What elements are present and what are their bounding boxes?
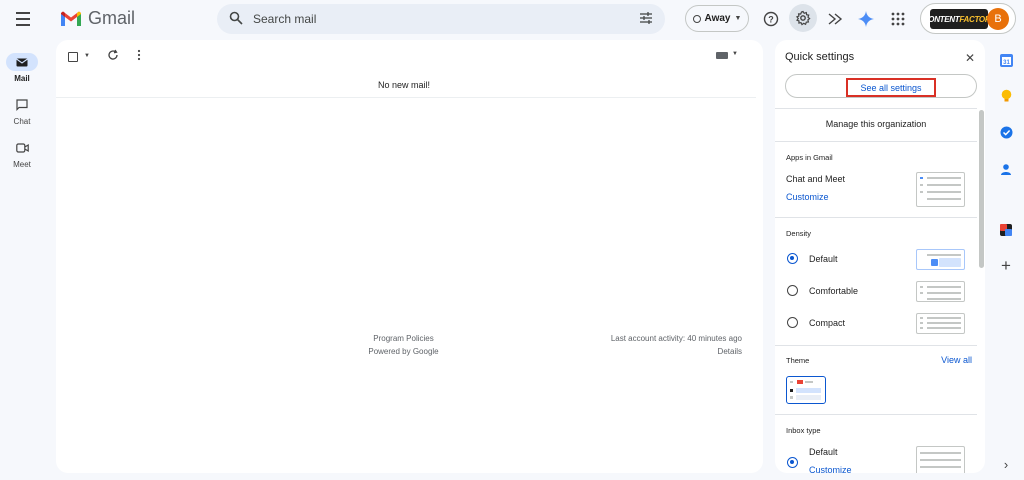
- keep-icon[interactable]: [998, 88, 1014, 104]
- see-all-settings-button[interactable]: See all settings: [785, 74, 977, 98]
- status-dropdown[interactable]: Away ▼: [685, 5, 749, 32]
- account-activity: Last account activity: 40 minutes ago De…: [611, 332, 742, 358]
- inbox-default-label[interactable]: Default: [809, 447, 838, 457]
- density-compact-preview: [916, 313, 965, 334]
- input-tools-dropdown-icon[interactable]: ▼: [732, 51, 738, 57]
- expand-panel-icon[interactable]: ›: [998, 456, 1014, 472]
- see-all-settings-label: See all settings: [860, 82, 922, 93]
- last-activity-text: Last account activity: 40 minutes ago: [610, 334, 742, 343]
- density-default-preview: [916, 249, 965, 270]
- tasks-icon[interactable]: [998, 124, 1014, 140]
- close-icon[interactable]: ✕: [965, 51, 975, 65]
- inbox-default-radio[interactable]: [787, 457, 798, 468]
- search-bar[interactable]: Search mail: [217, 4, 665, 34]
- brand-text-1: CONTENT: [922, 14, 960, 24]
- rail-label-chat: Chat: [13, 117, 31, 126]
- gemini-icon[interactable]: [855, 8, 877, 30]
- apps-customize-link[interactable]: Customize: [786, 192, 829, 202]
- status-circle-icon: [692, 14, 701, 23]
- search-options-icon[interactable]: [639, 12, 653, 24]
- rail-label-meet: Meet: [13, 160, 31, 169]
- density-comfortable-radio[interactable]: [787, 285, 798, 296]
- empty-inbox-message: No new mail!: [377, 80, 431, 90]
- density-comfortable-label[interactable]: Comfortable: [809, 286, 858, 296]
- search-icon[interactable]: [229, 11, 243, 25]
- manage-organization-link[interactable]: Manage this organization: [775, 119, 977, 129]
- theme-heading: Theme: [786, 356, 810, 365]
- quick-settings-scrollbar[interactable]: [979, 110, 984, 268]
- footer-links: Program Policies Powered by Google: [346, 332, 461, 358]
- density-default-label[interactable]: Default: [809, 254, 838, 264]
- details-link[interactable]: Details: [611, 345, 742, 358]
- program-policies-link[interactable]: Program Policies: [346, 332, 461, 345]
- chat-meet-label: Chat and Meet: [786, 174, 846, 184]
- apps-heading: Apps in Gmail: [786, 153, 833, 162]
- section-divider: [775, 141, 977, 142]
- help-icon[interactable]: ?: [760, 8, 782, 30]
- select-dropdown-icon[interactable]: ▼: [84, 53, 90, 59]
- gmail-logo[interactable]: Gmail: [60, 8, 135, 29]
- theme-preview[interactable]: [786, 376, 826, 404]
- chevron-down-icon: ▼: [734, 15, 742, 22]
- powered-by-text: Powered by Google: [368, 347, 439, 356]
- svg-text:?: ?: [768, 15, 774, 25]
- density-compact-label[interactable]: Compact: [809, 318, 845, 328]
- top-bar: Gmail Search mail Away ▼ ? CONTENT FACTO…: [0, 0, 1024, 38]
- gear-icon: [795, 10, 811, 26]
- section-divider: [775, 414, 977, 415]
- quick-settings-panel: Quick settings ✕ See all settings Manage…: [775, 40, 985, 473]
- activity-icon[interactable]: [824, 8, 846, 30]
- mail-list-pane: ▼ ▼ No new mail! Program Policies Powere…: [56, 40, 763, 473]
- video-camera-icon: [15, 143, 29, 153]
- add-addon-icon[interactable]: +: [998, 256, 1014, 275]
- theme-view-all-link[interactable]: View all: [941, 355, 972, 365]
- section-divider: [775, 217, 977, 218]
- list-divider: [56, 97, 756, 98]
- section-divider: [775, 345, 977, 346]
- see-all-settings-highlight[interactable]: See all settings: [846, 78, 936, 97]
- main-menu-icon[interactable]: [12, 8, 34, 30]
- density-compact-radio[interactable]: [787, 317, 798, 328]
- organization-logo: CONTENT FACTORY: [923, 9, 996, 29]
- app-name: Gmail: [88, 8, 136, 28]
- select-all-checkbox[interactable]: [68, 52, 78, 62]
- chat-icon: [16, 99, 28, 111]
- mail-icon: [16, 58, 28, 66]
- inbox-customize-link[interactable]: Customize: [809, 465, 852, 473]
- contacts-icon[interactable]: [998, 161, 1014, 177]
- density-comfortable-preview: [916, 281, 965, 302]
- settings-button[interactable]: [789, 4, 817, 32]
- inbox-default-preview: [916, 446, 965, 473]
- rail-label-mail: Mail: [14, 74, 30, 83]
- section-divider: [775, 108, 977, 109]
- quick-settings-title: Quick settings: [785, 51, 855, 63]
- density-heading: Density: [786, 229, 812, 238]
- search-input[interactable]: Search mail: [253, 12, 316, 26]
- status-label: Away: [704, 13, 731, 24]
- calendar-icon[interactable]: 31: [998, 52, 1014, 68]
- inbox-type-heading: Inbox type: [786, 426, 821, 435]
- rail-item-chat[interactable]: Chat: [0, 96, 44, 126]
- meet-rail-pill: [6, 139, 38, 157]
- more-vert-icon[interactable]: [136, 49, 142, 61]
- avatar[interactable]: B: [987, 8, 1009, 30]
- rail-item-mail[interactable]: Mail: [0, 53, 44, 83]
- refresh-icon[interactable]: [107, 49, 119, 61]
- chat-rail-pill: [6, 96, 38, 114]
- addon-app-icon[interactable]: [998, 222, 1014, 238]
- chat-meet-preview: [916, 172, 965, 207]
- rail-item-meet[interactable]: Meet: [0, 139, 44, 169]
- account-switcher[interactable]: CONTENT FACTORY B: [920, 3, 1016, 34]
- gmail-m-icon: [61, 11, 81, 26]
- apps-grid-icon[interactable]: [887, 8, 909, 30]
- density-default-radio[interactable]: [787, 253, 798, 264]
- calendar-day: 31: [1003, 60, 1010, 66]
- mail-rail-pill: [6, 53, 38, 71]
- keyboard-icon[interactable]: [716, 52, 728, 59]
